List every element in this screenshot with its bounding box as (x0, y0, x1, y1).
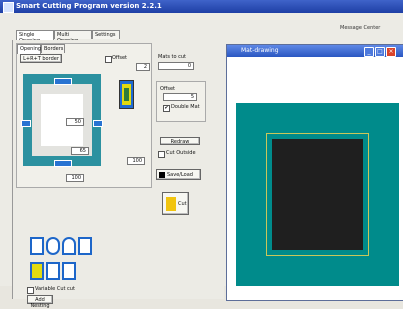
shape-peak-icon[interactable] (78, 237, 92, 255)
single-opening-panel: Opening Borders L+R+T border Offset 2 50… (12, 40, 224, 309)
message-center-link[interactable]: Message Center (340, 25, 380, 31)
mat-style-1-icon[interactable] (30, 262, 44, 280)
opening-group: Opening Borders L+R+T border Offset 2 50… (16, 43, 152, 188)
save-load-button[interactable]: Save/Load (156, 169, 201, 180)
double-mat-label: Double Mat (171, 104, 200, 110)
app-icon (3, 2, 14, 13)
mat-style-3-icon[interactable] (62, 262, 76, 280)
offset-group: Offset 5 ✔ Double Mat (156, 81, 206, 122)
shape-rectangle-icon[interactable] (30, 237, 44, 255)
offset-group-label: Offset (160, 86, 176, 92)
mat-drawing-title: Mat-drawing (241, 47, 279, 54)
cut-icon (166, 197, 176, 211)
tab-borders[interactable]: Borders (41, 44, 65, 53)
offset-value-field[interactable]: 5 (163, 93, 197, 101)
field-right-value[interactable]: 100 (127, 157, 145, 165)
tab-opening[interactable]: Opening (17, 44, 41, 54)
shape-oval-icon[interactable] (46, 237, 60, 255)
app-titlebar: Smart Cutting Program version 2.2.1 (0, 0, 403, 13)
close-icon[interactable]: × (386, 47, 396, 57)
offset-label: Offset (112, 55, 128, 61)
cut-outside-checkbox[interactable] (158, 151, 165, 158)
offset-checkbox[interactable] (105, 56, 112, 63)
mats-to-cut-label: Mats to cut (158, 54, 187, 60)
double-mat-checkbox[interactable]: ✔ (163, 105, 170, 112)
lrt-border-button[interactable]: L+R+T border (20, 54, 62, 63)
tab-single-opening[interactable]: Single Opening (16, 30, 54, 44)
maximize-icon[interactable]: □ (375, 47, 385, 57)
mat-drawing-titlebar: Mat-drawing _ □ × (227, 45, 403, 57)
field-top-value[interactable]: 50 (66, 118, 84, 126)
redraw-button[interactable]: Redraw (160, 137, 200, 145)
shape-arch-icon[interactable] (62, 237, 76, 255)
tab-settings[interactable]: Settings (92, 30, 120, 39)
mat-canvas (236, 103, 399, 286)
main-area: Message Center Single Opening Multi Open… (0, 13, 403, 309)
cut-label: Cut (178, 201, 187, 207)
field-mid-value[interactable]: 65 (71, 147, 89, 155)
mat-opening (272, 139, 363, 250)
stack-preview (119, 80, 134, 109)
app-title: Smart Cutting Program version 2.2.1 (16, 2, 162, 10)
opening-preview (21, 74, 103, 167)
field-bottom-value[interactable]: 100 (66, 174, 84, 182)
add-nesting-button[interactable]: Add Nesting (27, 295, 53, 309)
mat-style-2-icon[interactable] (46, 262, 60, 280)
tab-multi-opening[interactable]: Multi Opening (54, 30, 92, 44)
cut-outside-label: Cut Outside (166, 150, 196, 156)
mats-to-cut-field[interactable]: 0 (158, 62, 194, 70)
disk-icon (159, 172, 165, 178)
variable-cut-label: Variable Cut cut (35, 286, 75, 292)
offset-field[interactable]: 2 (136, 63, 150, 71)
cut-button[interactable]: Cut (162, 192, 189, 215)
minimize-icon[interactable]: _ (364, 47, 374, 57)
save-load-label: Save/Load (167, 172, 193, 178)
variable-cut-checkbox[interactable] (27, 287, 34, 294)
mat-drawing-window: Mat-drawing _ □ × (226, 44, 403, 301)
